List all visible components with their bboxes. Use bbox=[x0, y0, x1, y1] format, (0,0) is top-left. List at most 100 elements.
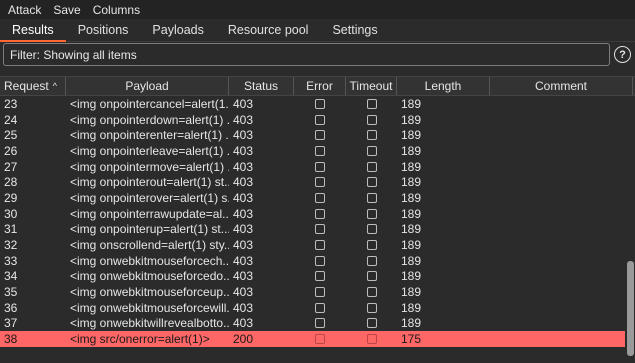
table-body: 23 <img onpointercancel=alert(1... 403 189 2… bbox=[0, 96, 635, 347]
table-row[interactable]: 23 <img onpointercancel=alert(1... 403 189 bbox=[0, 96, 635, 112]
table-row[interactable]: 29 <img onpointerover=alert(1) s... 403 189 bbox=[0, 190, 635, 206]
timeout-checkbox bbox=[366, 145, 377, 156]
table-row[interactable]: 32 <img onscrollend=alert(1) sty... 403 189 bbox=[0, 237, 635, 253]
table-row[interactable]: 28 <img onpointerout=alert(1) st... 403 189 bbox=[0, 174, 635, 190]
status-cell: 403 bbox=[233, 175, 254, 190]
status-cell: 403 bbox=[233, 159, 254, 174]
column-header-length[interactable]: Length bbox=[397, 77, 490, 95]
error-cell bbox=[294, 114, 346, 125]
request-number: 28 bbox=[4, 175, 18, 190]
table-row[interactable]: 33 <img onwebkitmouseforcech... 403 189 bbox=[0, 253, 635, 269]
payload-cell: <img onpointermove=alert(1) ... bbox=[70, 159, 229, 174]
payload-cell: <img onpointerleave=alert(1) ... bbox=[70, 143, 229, 158]
timeout-checkbox bbox=[366, 98, 377, 109]
payload-cell: <img onwebkitmouseforceup... bbox=[70, 285, 229, 300]
status-cell: 403 bbox=[233, 206, 254, 221]
length-cell: 189 bbox=[401, 316, 422, 331]
table-row[interactable]: 37 <img onwebkitwillrevealbotto... 403 189 bbox=[0, 316, 635, 332]
table-row[interactable]: 24 <img onpointerdown=alert(1) ... 403 189 bbox=[0, 112, 635, 128]
error-cell bbox=[294, 334, 346, 345]
error-cell bbox=[294, 161, 346, 172]
help-icon[interactable]: ? bbox=[614, 46, 631, 63]
column-header-timeout[interactable]: Timeout bbox=[346, 77, 397, 95]
length-cell: 189 bbox=[401, 206, 422, 221]
error-checkbox bbox=[315, 255, 325, 266]
column-header-error[interactable]: Error bbox=[294, 77, 346, 95]
table-row[interactable]: 27 <img onpointermove=alert(1) ... 403 189 bbox=[0, 159, 635, 175]
request-number: 37 bbox=[4, 316, 18, 331]
error-cell bbox=[294, 145, 346, 156]
column-header-status[interactable]: Status bbox=[229, 77, 294, 95]
payload-cell: <img onpointercancel=alert(1... bbox=[70, 96, 229, 111]
error-checkbox bbox=[315, 98, 325, 109]
tab-payloads[interactable]: Payloads bbox=[140, 19, 215, 41]
error-cell bbox=[294, 318, 346, 329]
length-cell: 189 bbox=[401, 96, 422, 111]
timeout-checkbox bbox=[366, 130, 377, 141]
column-header-payload[interactable]: Payload bbox=[66, 77, 229, 95]
timeout-cell bbox=[346, 224, 397, 235]
length-cell: 189 bbox=[401, 285, 422, 300]
timeout-cell bbox=[346, 255, 397, 266]
payload-cell: <img onpointerover=alert(1) s... bbox=[70, 190, 229, 205]
timeout-cell bbox=[346, 271, 397, 282]
error-checkbox bbox=[315, 208, 325, 219]
timeout-cell bbox=[346, 208, 397, 219]
tab-positions[interactable]: Positions bbox=[66, 19, 141, 41]
request-number: 27 bbox=[4, 159, 18, 174]
payload-cell: <img src/onerror=alert(1)> bbox=[70, 332, 210, 347]
request-number: 31 bbox=[4, 222, 18, 237]
status-cell: 403 bbox=[233, 253, 254, 268]
table-row[interactable]: 25 <img onpointerenter=alert(1) ... 403 189 bbox=[0, 127, 635, 143]
length-cell: 189 bbox=[401, 222, 422, 237]
payload-cell: <img onpointerout=alert(1) st... bbox=[70, 175, 229, 190]
error-cell bbox=[294, 192, 346, 203]
length-cell: 189 bbox=[401, 190, 422, 205]
error-checkbox bbox=[315, 334, 325, 345]
table-row[interactable]: 34 <img onwebkitmouseforcedo... 403 189 bbox=[0, 269, 635, 285]
timeout-cell bbox=[346, 240, 397, 251]
status-cell: 403 bbox=[233, 238, 254, 253]
error-checkbox bbox=[315, 318, 325, 329]
table-row[interactable]: 38 <img src/onerror=alert(1)> 200 175 bbox=[0, 331, 635, 347]
error-checkbox bbox=[315, 192, 325, 203]
table-row[interactable]: 31 <img onpointerup=alert(1) st... 403 189 bbox=[0, 222, 635, 238]
length-cell: 189 bbox=[401, 175, 422, 190]
tab-resource-pool[interactable]: Resource pool bbox=[216, 19, 321, 41]
menu-save[interactable]: Save bbox=[53, 3, 80, 17]
menu-attack[interactable]: Attack bbox=[8, 3, 41, 17]
filter-bar[interactable]: Filter: Showing all items bbox=[3, 43, 610, 66]
table-row[interactable]: 35 <img onwebkitmouseforceup... 403 189 bbox=[0, 284, 635, 300]
error-checkbox bbox=[315, 271, 325, 282]
error-checkbox bbox=[315, 240, 325, 251]
status-cell: 403 bbox=[233, 285, 254, 300]
error-checkbox bbox=[315, 114, 325, 125]
menu-columns[interactable]: Columns bbox=[93, 3, 140, 17]
timeout-checkbox bbox=[366, 287, 377, 298]
error-checkbox bbox=[315, 161, 325, 172]
status-cell: 403 bbox=[233, 112, 254, 127]
scrollbar-thumb[interactable] bbox=[627, 261, 634, 356]
column-header-request[interactable]: Request ^ bbox=[0, 77, 66, 95]
error-checkbox bbox=[315, 302, 325, 313]
tab-results[interactable]: Results bbox=[0, 19, 66, 42]
menu-bar: Attack Save Columns bbox=[0, 0, 635, 19]
table-row[interactable]: 36 <img onwebkitmouseforcewill... 403 189 bbox=[0, 300, 635, 316]
timeout-checkbox bbox=[366, 177, 377, 188]
payload-cell: <img onwebkitwillrevealbotto... bbox=[70, 316, 229, 331]
payload-cell: <img onpointerup=alert(1) st... bbox=[70, 222, 229, 237]
timeout-checkbox bbox=[366, 161, 377, 172]
tab-settings[interactable]: Settings bbox=[320, 19, 389, 41]
payload-cell: <img onwebkitmouseforcewill... bbox=[70, 300, 229, 315]
column-header-comment[interactable]: Comment bbox=[490, 77, 633, 95]
request-number: 29 bbox=[4, 190, 18, 205]
timeout-cell bbox=[346, 318, 397, 329]
vertical-scrollbar[interactable] bbox=[625, 96, 635, 363]
timeout-checkbox bbox=[366, 302, 377, 313]
table-row[interactable]: 30 <img onpointerrawupdate=al... 403 189 bbox=[0, 206, 635, 222]
table-row[interactable]: 26 <img onpointerleave=alert(1) ... 403 189 bbox=[0, 143, 635, 159]
filter-row: Filter: Showing all items ? bbox=[0, 43, 635, 70]
request-number: 30 bbox=[4, 206, 18, 221]
error-checkbox bbox=[315, 130, 325, 141]
error-cell bbox=[294, 130, 346, 141]
